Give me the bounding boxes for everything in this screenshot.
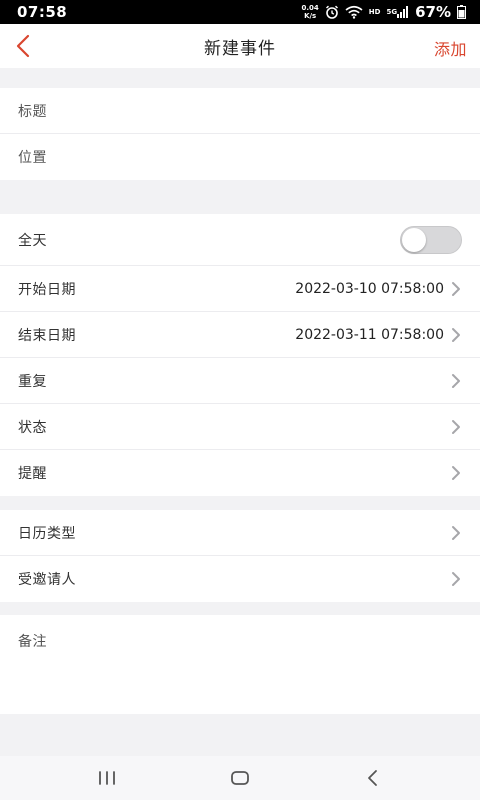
chevron-right-icon	[450, 281, 462, 297]
invitees-row[interactable]: 受邀请人	[0, 556, 480, 602]
back-button[interactable]	[8, 31, 38, 61]
battery-percent: 67%	[415, 3, 451, 21]
chevron-right-icon	[450, 525, 462, 541]
title-placeholder: 标题	[18, 103, 47, 120]
chevron-right-icon	[450, 571, 462, 587]
calendar-type-label: 日历类型	[18, 525, 76, 542]
wifi-icon	[345, 5, 363, 19]
notes-input[interactable]: 备注	[0, 615, 480, 714]
end-date-row[interactable]: 结束日期 2022-03-11 07:58:00	[0, 312, 480, 358]
chevron-left-icon	[16, 34, 30, 58]
status-bar: 07:58 0.04 K/s HD 5G 67%	[0, 0, 480, 24]
location-input[interactable]: 位置	[0, 134, 480, 180]
reminder-label: 提醒	[18, 466, 47, 482]
header: 新建事件 添加	[0, 24, 480, 68]
calendar-group: 日历类型 受邀请人	[0, 510, 480, 602]
chevron-right-icon	[450, 327, 462, 343]
network-speed: 0.04 K/s	[302, 4, 319, 20]
add-button[interactable]: 添加	[434, 36, 467, 60]
start-date-label: 开始日期	[18, 281, 76, 298]
network-type: 5G	[386, 8, 398, 16]
invitees-label: 受邀请人	[18, 572, 76, 588]
chevron-right-icon	[450, 373, 462, 389]
time-settings-group: 全天 开始日期 2022-03-10 07:58:00 结束日期 2022-03…	[0, 214, 480, 496]
chevron-right-icon	[450, 465, 462, 481]
signal-icon: 5G	[386, 6, 409, 18]
reminder-row[interactable]: 提醒	[0, 450, 480, 496]
all-day-label: 全天	[18, 232, 47, 249]
home-icon[interactable]	[220, 758, 260, 798]
recent-apps-icon[interactable]	[87, 758, 127, 798]
repeat-label: 重复	[18, 373, 47, 390]
all-day-toggle[interactable]	[400, 225, 462, 254]
network-speed-unit: K/s	[304, 12, 317, 20]
calendar-type-row[interactable]: 日历类型	[0, 510, 480, 556]
end-date-label: 结束日期	[18, 327, 76, 344]
back-icon[interactable]	[353, 758, 393, 798]
page-title: 新建事件	[204, 38, 276, 59]
title-input[interactable]: 标题	[0, 88, 480, 134]
start-date-value: 2022-03-10 07:58:00	[295, 280, 444, 297]
status-row[interactable]: 状态	[0, 404, 480, 450]
toggle-knob	[402, 227, 426, 252]
alarm-icon	[325, 5, 339, 19]
network-speed-value: 0.04	[301, 4, 319, 12]
end-date-value: 2022-03-11 07:58:00	[295, 326, 444, 343]
repeat-row[interactable]: 重复	[0, 358, 480, 404]
notes-placeholder: 备注	[18, 634, 47, 650]
basic-info-group: 标题 位置	[0, 88, 480, 180]
status-label: 状态	[18, 419, 47, 436]
start-date-row[interactable]: 开始日期 2022-03-10 07:58:00	[0, 266, 480, 312]
status-icons: 0.04 K/s HD 5G 67%	[302, 3, 466, 21]
all-day-row: 全天	[0, 214, 480, 266]
chevron-right-icon	[450, 419, 462, 435]
status-time: 07:58	[17, 3, 68, 21]
hd-indicator: HD	[368, 8, 381, 16]
location-placeholder: 位置	[18, 150, 47, 166]
battery-icon	[457, 5, 466, 19]
system-nav-bar	[0, 756, 480, 800]
